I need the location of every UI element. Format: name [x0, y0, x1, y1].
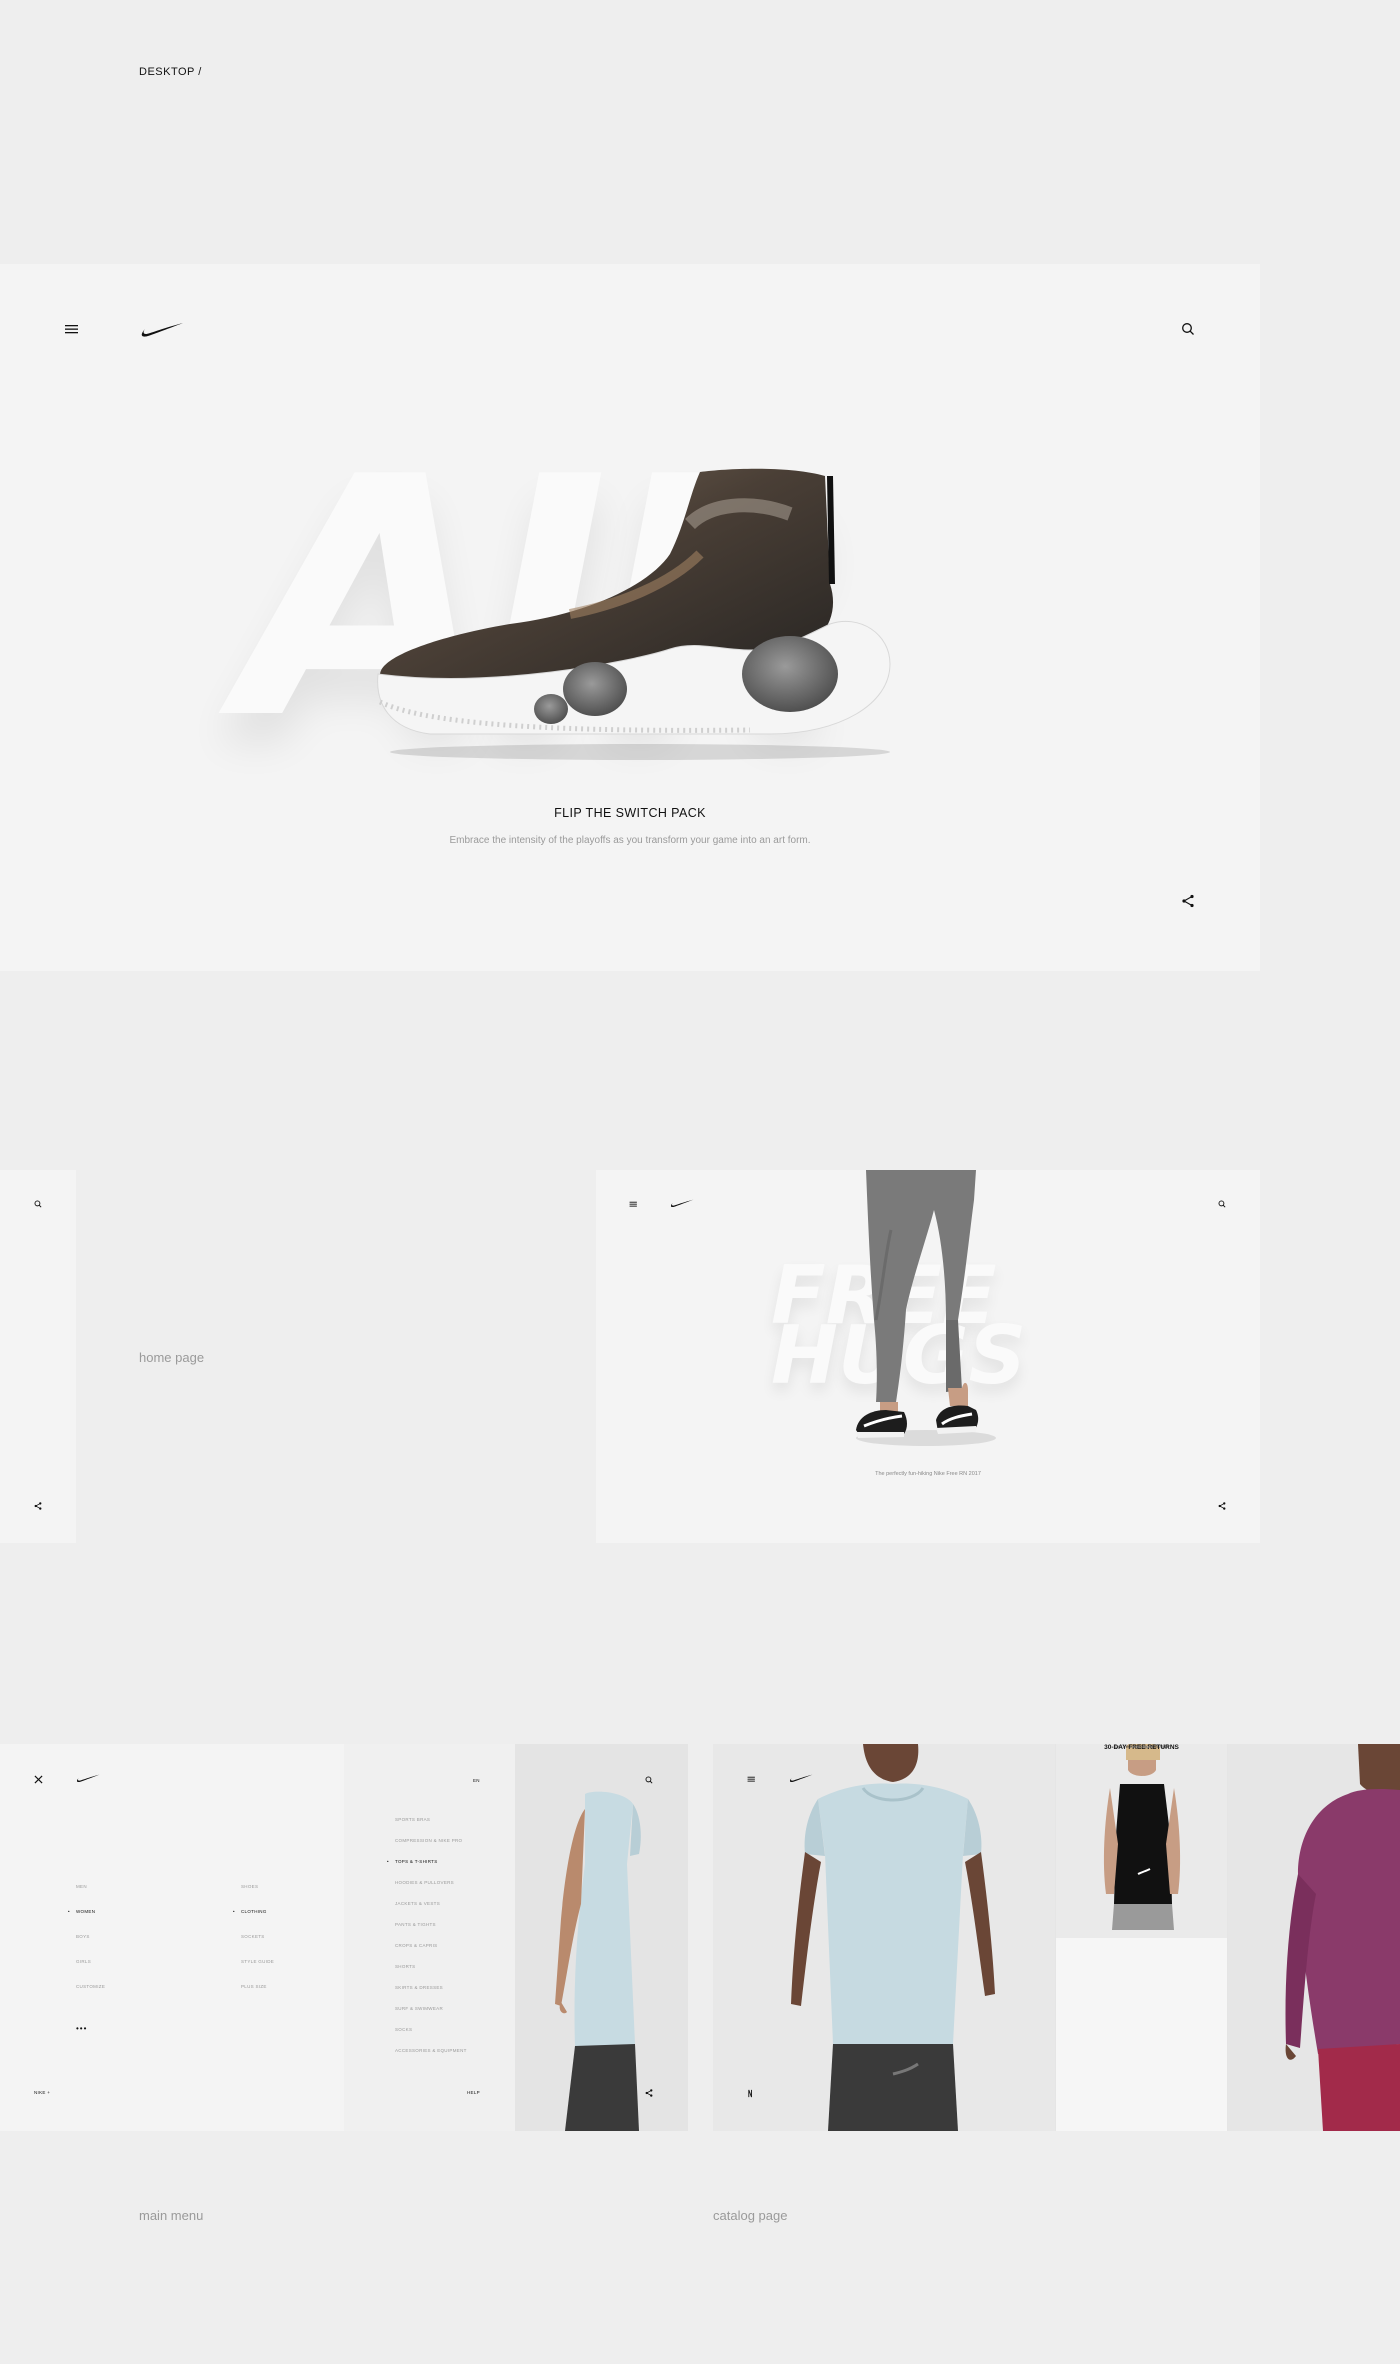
breadcrumb[interactable]: DESKTOP / — [139, 66, 202, 78]
search-icon[interactable] — [1181, 322, 1195, 336]
catalog-product-photo-3 — [1228, 1744, 1400, 2131]
help-link[interactable]: HELP — [467, 2090, 480, 2095]
share-icon[interactable] — [645, 2089, 653, 2097]
nike-logo-icon[interactable] — [140, 322, 184, 340]
active-marker: • — [233, 1909, 235, 1914]
home-page-caption: home page — [139, 1350, 205, 1365]
nike-plus-link[interactable]: NIKE + — [34, 2090, 50, 2095]
hero-title: FLIP THE SWITCH PACK — [554, 806, 706, 820]
nike-logo-icon[interactable] — [670, 1199, 694, 1209]
submenu-item[interactable]: PANTS & TIGHTS — [395, 1922, 436, 1927]
menu-item-boys[interactable]: BOYS — [76, 1934, 90, 1939]
free-returns-promo[interactable] — [1056, 1938, 1227, 2131]
hero-subtitle: Embrace the intensity of the playoffs as… — [449, 835, 811, 846]
active-marker: • — [387, 1859, 389, 1864]
submenu-item[interactable]: COMPRESSION & NIKE PRO — [395, 1838, 462, 1843]
main-menu-caption: main menu — [139, 2208, 204, 2223]
more-icon[interactable]: ••• — [76, 2024, 87, 2033]
nike-logo-icon[interactable] — [76, 1774, 100, 1784]
menu-item-men[interactable]: MEN — [76, 1884, 87, 1889]
home-page-sidebar-preview — [0, 1170, 76, 1543]
submenu-item[interactable]: ACCESSORIES & EQUIPMENT — [395, 2048, 467, 2053]
submenu-item[interactable]: JACKETS & VESTS — [395, 1901, 440, 1906]
main-menu-preview: MEN WOMEN • BOYS GIRLS CUSTOMIZE ••• SHO… — [0, 1744, 688, 2131]
hero-page-preview: AIR FLIP THE SWITCH PACK Embrace the int… — [0, 264, 1260, 971]
submenu-item[interactable]: SKIRTS & DRESSES — [395, 1985, 443, 1990]
menu-item-style-guide[interactable]: STYLE GUIDE — [241, 1959, 274, 1964]
menu-item-customize[interactable]: CUSTOMIZE — [76, 1984, 105, 1989]
submenu-item[interactable]: SPORTS BRAS — [395, 1817, 430, 1822]
submenu-item[interactable]: SURF & SWIMWEAR — [395, 2006, 443, 2011]
catalog-page-caption: catalog page — [713, 2208, 788, 2223]
menu-item-clothing[interactable]: CLOTHING — [241, 1909, 267, 1914]
menu-item-sockets[interactable]: SOCKETS — [241, 1934, 265, 1939]
search-icon[interactable] — [34, 1200, 42, 1208]
hamburger-menu-icon[interactable] — [629, 1200, 638, 1208]
menu-item-women[interactable]: WOMEN — [76, 1909, 95, 1914]
catalog-product-photo-2 — [1056, 1744, 1227, 1938]
submenu-item[interactable]: SHORTS — [395, 1964, 415, 1969]
language-selector[interactable]: EN — [473, 1778, 480, 1783]
menu-subcategory-column: EN SPORTS BRAS COMPRESSION & NIKE PRO TO… — [344, 1744, 515, 2131]
submenu-item-active[interactable]: TOPS & T-SHIRTS — [395, 1859, 438, 1864]
submenu-item[interactable]: HOODIES & PULLOVERS — [395, 1880, 454, 1885]
hamburger-menu-icon[interactable] — [64, 322, 80, 336]
home-tagline: The perfectly fun-hiking Nike Free RN 20… — [875, 1471, 981, 1477]
compare-icon[interactable] — [747, 2089, 756, 2098]
runner-legs-image — [846, 1170, 996, 1450]
home-page-preview: FREE HUGS The perfectly fun-hiking Nike … — [596, 1170, 1260, 1543]
close-icon[interactable] — [34, 1775, 43, 1784]
share-icon[interactable] — [1181, 894, 1195, 908]
active-marker: • — [68, 1909, 70, 1914]
submenu-item[interactable]: CROPS & CAPRIS — [395, 1943, 437, 1948]
share-icon[interactable] — [1218, 1502, 1226, 1510]
search-icon[interactable] — [1218, 1200, 1226, 1208]
menu-item-shoes[interactable]: SHOES — [241, 1884, 258, 1889]
menu-item-plus-size[interactable]: PLUS SIZE — [241, 1984, 267, 1989]
share-icon[interactable] — [34, 1502, 42, 1510]
menu-item-girls[interactable]: GIRLS — [76, 1959, 91, 1964]
hero-shoe-image — [370, 464, 900, 764]
menu-product-photo — [515, 1744, 688, 2131]
catalog-page-preview — [713, 1744, 1400, 2131]
promo-learn-more-link[interactable]: Learn details — [1056, 1744, 1227, 1749]
submenu-item[interactable]: SOCKS — [395, 2027, 412, 2032]
catalog-product-photo-1 — [713, 1744, 1055, 2131]
